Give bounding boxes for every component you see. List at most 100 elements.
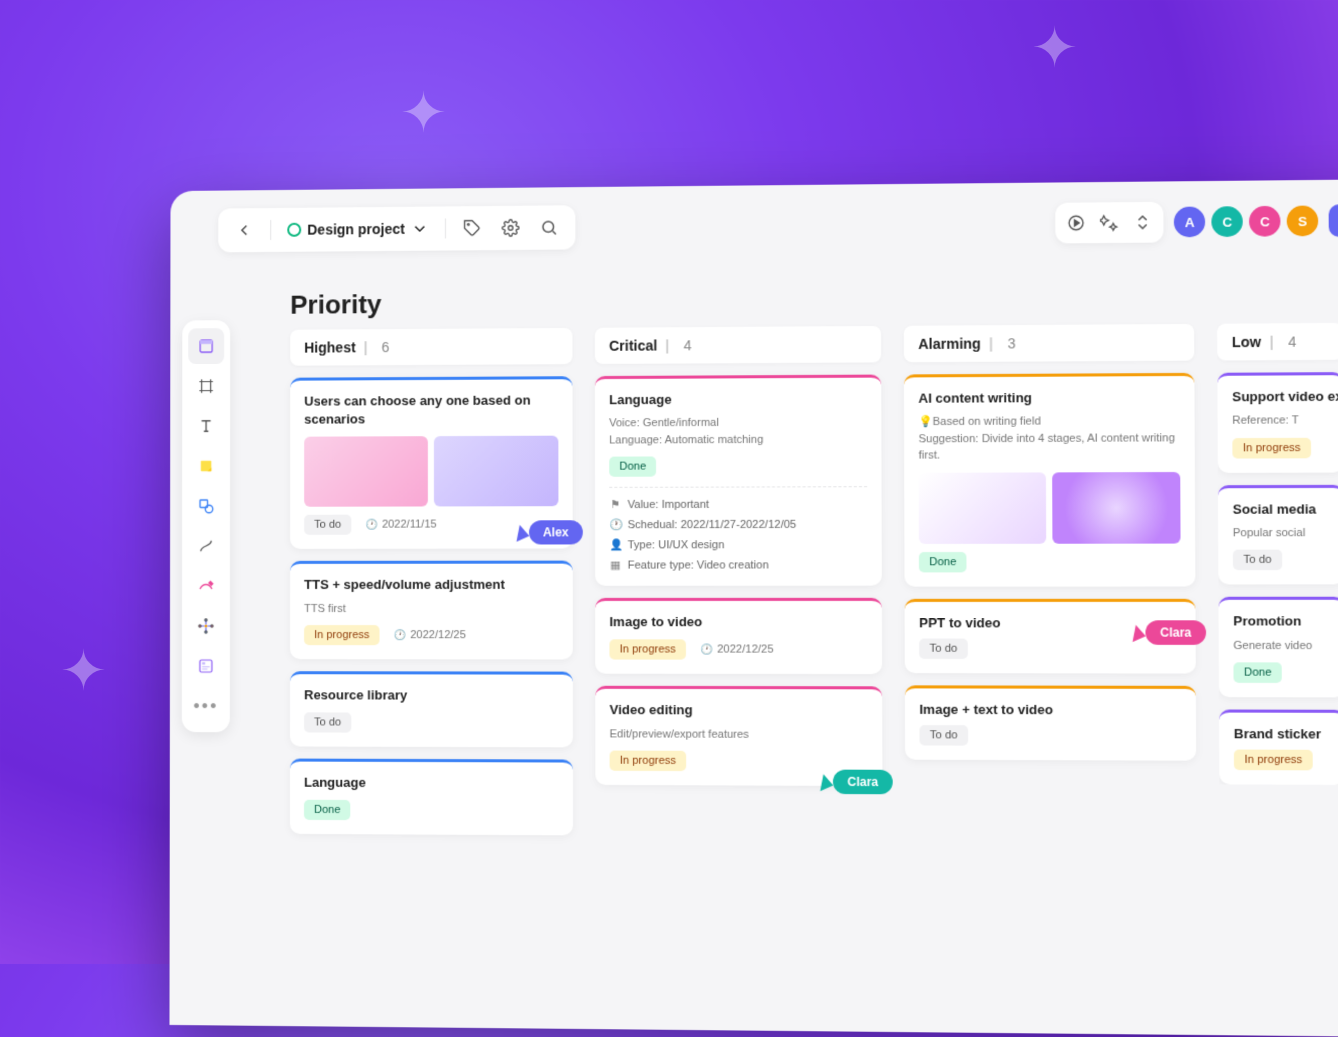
thumbnail <box>434 436 559 507</box>
card-thumbnails <box>919 472 1181 544</box>
card-subtitle: Generate video <box>1233 637 1330 654</box>
side-toolbar: ••• <box>182 320 230 732</box>
status-badge: In progress <box>1234 750 1313 771</box>
thumbnail <box>1052 472 1180 544</box>
avatar[interactable]: A <box>1174 207 1205 238</box>
card-thumbnails <box>304 436 558 507</box>
card[interactable]: TTS + speed/volume adjustment TTS first … <box>290 561 573 660</box>
tool-more[interactable]: ••• <box>188 688 224 724</box>
card-title: Social media <box>1233 500 1330 519</box>
card-title: Image to video <box>609 613 867 632</box>
share-button[interactable]: Share <box>1329 204 1338 237</box>
card[interactable]: Image to video In progress 2022/12/25 <box>595 598 882 674</box>
search-button[interactable] <box>533 211 565 243</box>
magic-button[interactable] <box>1093 206 1126 239</box>
card-subtitle: Edit/preview/export features <box>610 726 868 743</box>
meta-type: 👤Type: UI/UX design <box>609 538 867 552</box>
column-header[interactable]: Critical | 4 <box>595 326 881 364</box>
tool-frame[interactable] <box>188 368 224 404</box>
card[interactable]: Brand sticker In progress <box>1219 710 1338 786</box>
tool-pen[interactable] <box>188 568 224 604</box>
card[interactable]: Social media Popular social To do <box>1218 485 1338 585</box>
avatar[interactable]: C <box>1249 206 1281 237</box>
settings-button[interactable] <box>495 212 527 244</box>
card-title: Resource library <box>304 686 559 705</box>
divider <box>445 218 446 238</box>
presentation-tools <box>1055 202 1163 244</box>
card-date: 2022/12/25 <box>394 629 466 641</box>
column-header[interactable]: Alarming | 3 <box>904 324 1195 362</box>
column-name: Low <box>1232 334 1261 351</box>
meta-schedule: 🕐Schedual: 2022/11/27-2022/12/05 <box>609 518 867 532</box>
card-subtitle: Popular social <box>1233 525 1330 542</box>
status-badge: In progress <box>1232 437 1311 458</box>
card[interactable]: Resource library To do <box>290 671 573 747</box>
card-title: Language <box>609 390 867 410</box>
sparkle-icon: ✦ <box>400 80 447 146</box>
column-count: 6 <box>382 339 390 355</box>
cursor-pointer-icon <box>814 772 833 791</box>
card-date: 2022/12/25 <box>700 644 773 656</box>
column-count: 4 <box>1288 333 1296 349</box>
status-badge: To do <box>304 713 351 733</box>
tool-shape[interactable] <box>188 488 224 524</box>
card-title: Support video export to third-party plat… <box>1232 388 1329 407</box>
column-low: Low | 4 Support video export to third-pa… <box>1217 323 1338 785</box>
play-button[interactable] <box>1059 207 1092 240</box>
card-title: Promotion <box>1233 613 1330 632</box>
project-name-label: Design project <box>307 221 405 238</box>
expand-button[interactable] <box>1126 206 1159 239</box>
collaborator-cursor: Clara <box>816 770 892 795</box>
back-button[interactable] <box>228 214 260 246</box>
column-alarming: Alarming | 3 AI content writing 💡Based o… <box>904 324 1196 761</box>
cursor-pointer-icon <box>510 523 529 542</box>
status-badge: To do <box>304 515 351 535</box>
card-subtitle: TTS first <box>304 601 558 618</box>
tool-card[interactable] <box>188 328 224 364</box>
meta-value: ⚑Value: Important <box>609 498 867 512</box>
chevron-down-icon <box>411 220 429 238</box>
card-date: 2022/11/15 <box>365 519 436 531</box>
tag-button[interactable] <box>456 212 488 244</box>
status-badge: To do <box>919 725 968 746</box>
status-badge: Done <box>609 457 656 477</box>
cursor-pointer-icon <box>1126 623 1145 642</box>
sparkle-icon: ✦ <box>60 638 107 704</box>
card[interactable]: AI content writing 💡Based on writing fie… <box>904 373 1196 586</box>
avatar[interactable]: S <box>1287 205 1319 236</box>
tool-mindmap[interactable] <box>188 608 224 644</box>
board-columns: Highest | 6 Users can choose any one bas… <box>290 322 1338 840</box>
card-title: Video editing <box>610 701 868 720</box>
status-badge: Done <box>919 552 967 572</box>
sparkle-icon: ✦ <box>1031 15 1078 81</box>
card-title: Users can choose any one based on scenar… <box>304 391 558 429</box>
status-badge: Done <box>1233 662 1282 683</box>
card[interactable]: Video editing Edit/preview/export featur… <box>595 686 882 786</box>
board-title: Priority <box>290 289 381 321</box>
card[interactable]: PPT to video To do Clara <box>905 598 1196 673</box>
card[interactable]: Language Done <box>290 759 573 836</box>
tool-connector[interactable] <box>188 528 224 564</box>
card[interactable]: Language Voice: Gentle/informal Language… <box>595 375 882 586</box>
card[interactable]: Users can choose any one based on scenar… <box>290 376 573 549</box>
card-subtitle: Reference: T <box>1232 412 1329 429</box>
column-count: 3 <box>1007 335 1015 351</box>
tool-sticky-note[interactable] <box>188 448 224 484</box>
avatar[interactable]: C <box>1211 206 1243 237</box>
column-header[interactable]: Highest | 6 <box>290 328 572 366</box>
card[interactable]: Image + text to video To do <box>905 685 1196 761</box>
card[interactable]: Support video export to third-party plat… <box>1217 372 1338 473</box>
flag-iconon.icon: ⚑ <box>609 498 621 511</box>
tool-template[interactable] <box>188 648 224 684</box>
divider <box>270 220 271 240</box>
card-subtitle: Voice: Gentle/informal Language: Automat… <box>609 414 867 448</box>
project-selector[interactable]: Design project <box>281 220 435 239</box>
thumbnail <box>304 437 428 508</box>
status-badge: Done <box>304 800 351 820</box>
tool-text[interactable] <box>188 408 224 444</box>
collaborator-avatars: A C C S <box>1174 205 1318 237</box>
column-header[interactable]: Low | 4 <box>1217 323 1338 361</box>
card[interactable]: Promotion Generate video Done <box>1218 597 1338 697</box>
card-title: Language <box>304 774 559 793</box>
cloud-status-icon <box>287 223 301 237</box>
